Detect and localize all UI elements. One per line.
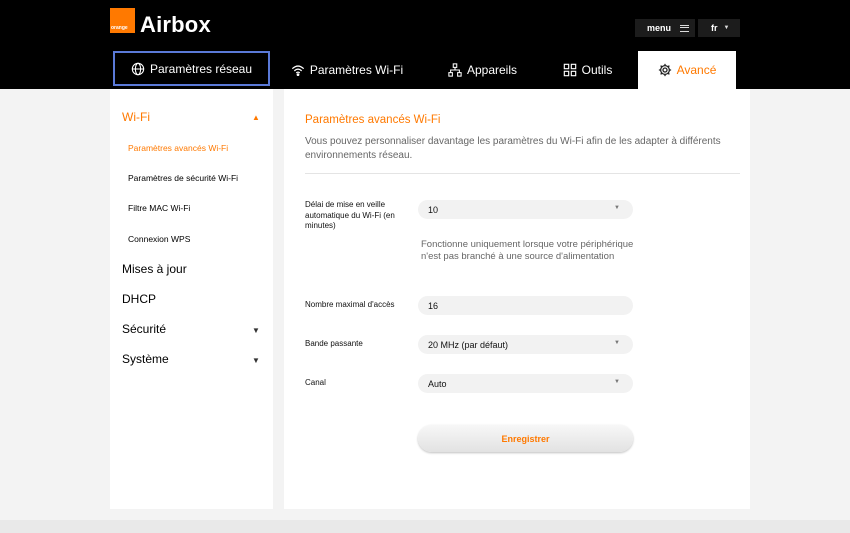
- sidebar-item-dhcp[interactable]: DHCP: [122, 292, 156, 306]
- chevron-down-icon: ▼: [723, 25, 730, 31]
- wifi-icon: [291, 65, 304, 77]
- menu-label: menu: [647, 23, 672, 33]
- chevron-up-icon[interactable]: ▲: [252, 113, 260, 122]
- tab-label: Paramètres réseau: [149, 61, 253, 76]
- top-header: orange Airbox menu fr ▼ Paramètres résea…: [0, 0, 850, 89]
- main-panel: Paramètres avancés Wi-Fi Vous pouvez per…: [284, 89, 750, 509]
- sidebar-subitem-filtre-mac[interactable]: Filtre MAC Wi-Fi: [128, 203, 190, 213]
- tab-label: Outils: [581, 63, 613, 77]
- sleep-delay-hint: Fonctionne uniquement lorsque votre péri…: [421, 239, 634, 262]
- tab-label: Paramètres Wi-Fi: [309, 63, 404, 77]
- max-access-input[interactable]: 16: [418, 296, 633, 315]
- gear-icon: [658, 63, 671, 77]
- tab-label: Appareils: [466, 63, 518, 77]
- divider: [305, 173, 740, 174]
- bandwidth-label: Bande passante: [305, 339, 363, 348]
- chevron-down-icon[interactable]: ▼: [252, 326, 260, 335]
- globe-icon: [131, 62, 145, 75]
- menu-button[interactable]: menu: [635, 19, 695, 37]
- logo-text: orange: [111, 25, 128, 31]
- chevron-down-icon: ▼: [614, 379, 620, 385]
- bandwidth-value: 20 MHz (par défaut): [428, 339, 509, 350]
- sleep-delay-label: Délai de mise en veille automatique du W…: [305, 200, 395, 230]
- channel-label: Canal: [305, 378, 326, 387]
- tools-icon: [563, 63, 576, 77]
- sidebar-item-systeme[interactable]: Système: [122, 352, 169, 366]
- hamburger-icon: [680, 24, 690, 32]
- save-button[interactable]: Enregistrer: [418, 425, 633, 452]
- page-title: Paramètres avancés Wi-Fi: [305, 114, 441, 126]
- chevron-down-icon: ▼: [614, 340, 620, 346]
- chevron-down-icon[interactable]: ▼: [252, 356, 260, 365]
- sleep-delay-value: 10: [428, 204, 439, 215]
- tab-parametres-reseau[interactable]: Paramètres réseau: [113, 51, 270, 86]
- tab-appareils[interactable]: Appareils: [440, 51, 525, 89]
- channel-select[interactable]: Auto ▼: [418, 374, 633, 393]
- brand-title: Airbox: [140, 12, 211, 37]
- sidebar-item-securite[interactable]: Sécurité: [122, 322, 166, 336]
- channel-value: Auto: [428, 378, 447, 389]
- sidebar-subitem-parametres-securite-wifi[interactable]: Paramètres de sécurité Wi-Fi: [128, 173, 238, 183]
- tab-parametres-wifi[interactable]: Paramètres Wi-Fi: [283, 51, 411, 89]
- sidebar-subitem-parametres-avances-wifi[interactable]: Paramètres avancés Wi-Fi: [128, 143, 228, 153]
- sidebar-item-mises-a-jour[interactable]: Mises à jour: [122, 262, 187, 276]
- max-access-value: 16: [428, 300, 439, 311]
- devices-icon: [448, 63, 462, 77]
- sidebar-item-wifi[interactable]: Wi-Fi: [122, 110, 150, 124]
- page-description: Vous pouvez personnaliser davantage les …: [305, 136, 721, 161]
- max-access-label: Nombre maximal d'accès: [305, 300, 395, 309]
- chevron-down-icon: ▼: [614, 205, 620, 211]
- language-label: fr: [711, 23, 718, 33]
- bandwidth-select[interactable]: 20 MHz (par défaut) ▼: [418, 335, 633, 354]
- tab-label: Avancé: [676, 63, 717, 77]
- tab-outils[interactable]: Outils: [555, 51, 620, 89]
- sleep-delay-select[interactable]: 10 ▼: [418, 200, 633, 219]
- sidebar: Wi-Fi ▲ Paramètres avancés Wi-Fi Paramèt…: [110, 89, 273, 509]
- language-select[interactable]: fr ▼: [698, 19, 740, 37]
- orange-logo[interactable]: orange: [110, 8, 135, 33]
- tab-avance[interactable]: Avancé: [638, 51, 736, 89]
- footer-strip: [0, 520, 850, 533]
- sidebar-subitem-connexion-wps[interactable]: Connexion WPS: [128, 234, 190, 244]
